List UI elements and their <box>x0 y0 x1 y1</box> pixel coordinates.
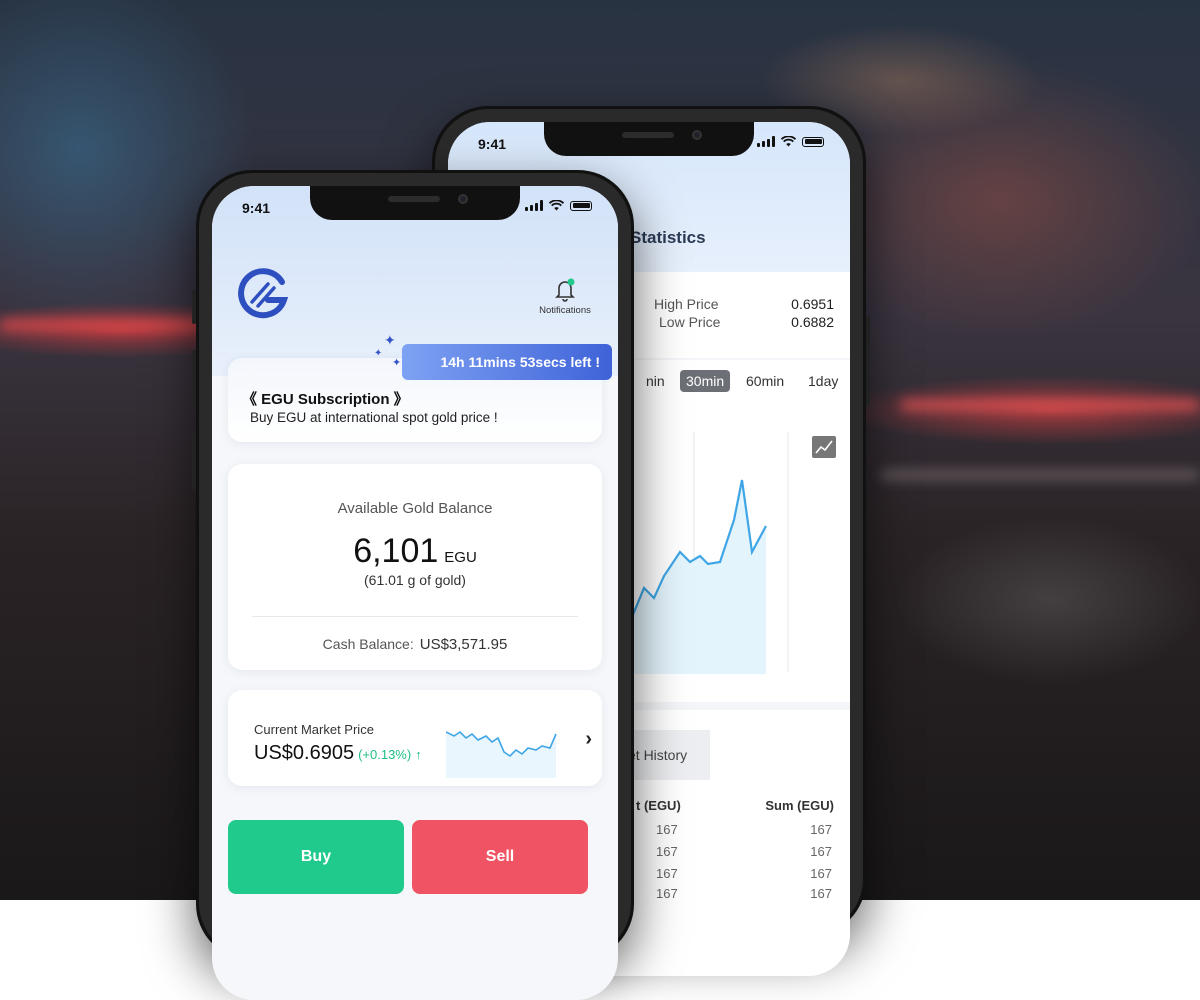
table-cell: 167 <box>810 886 832 901</box>
subscription-description: Buy EGU at international spot gold price… <box>250 410 498 425</box>
sparkle-icon: ✦ <box>374 348 383 359</box>
status-time: 9:41 <box>242 200 271 216</box>
status-time: 9:41 <box>478 136 507 152</box>
table-cell: 167 <box>810 822 832 837</box>
cash-balance: Cash Balance: US$3,571.95 <box>228 636 602 653</box>
cash-amount: US$3,571.95 <box>419 636 508 653</box>
market-label: Current Market Price <box>254 722 374 737</box>
countdown-timer: 14h 11mins 53secs left ! <box>402 344 612 380</box>
battery-icon <box>570 200 592 211</box>
balance-label: Available Gold Balance <box>337 500 493 517</box>
gold-balance-card: Available Gold Balance 6,101 EGU (61.01 g… <box>228 464 602 670</box>
tab-timeframe[interactable]: 1day <box>802 370 844 392</box>
wifi-icon <box>781 136 796 147</box>
column-header-sum: Sum (EGU) <box>765 798 834 813</box>
balance-amount: 6,101 EGU <box>228 532 602 571</box>
notifications-button[interactable]: Notifications <box>530 278 600 316</box>
battery-icon <box>802 136 824 147</box>
home-screen: 9:41 Notifications ✦ ✦ ✦ 14h 11mins 53se… <box>212 186 618 1000</box>
light-streak <box>900 400 1200 410</box>
buy-button[interactable]: Buy <box>228 820 404 894</box>
signal-icon <box>757 136 775 147</box>
tab-timeframe[interactable]: nin <box>640 370 671 392</box>
wifi-icon <box>549 200 564 211</box>
market-price-card[interactable]: Current Market Price US$0.6905 (+0.13%) ↑ … <box>228 690 602 786</box>
arrow-up-icon: ↑ <box>415 747 422 762</box>
table-cell: 167 <box>656 844 678 859</box>
balance-unit: EGU <box>444 549 477 566</box>
balance-number: 6,101 <box>353 532 439 570</box>
low-price-value: 0.6882 <box>791 314 834 330</box>
bell-icon <box>555 278 575 302</box>
light-streak <box>880 470 1200 480</box>
tab-timeframe-active[interactable]: 30min <box>680 370 731 392</box>
sparkle-icon: ✦ <box>392 357 402 369</box>
mini-price-chart <box>446 730 557 778</box>
market-price-value: US$0.6905 <box>254 742 355 764</box>
market-change: (+0.13%) <box>358 747 412 762</box>
table-cell: 167 <box>656 866 678 881</box>
cash-label: Cash Balance: <box>322 636 414 652</box>
mute-switch <box>192 290 196 324</box>
table-cell: 167 <box>656 822 678 837</box>
sparkle-icon: ✦ <box>384 332 396 348</box>
subscription-title: 《 EGU Subscription 》 <box>242 391 409 408</box>
power-button <box>866 316 870 406</box>
table-cell: 167 <box>810 866 832 881</box>
volume-down-button <box>192 430 196 490</box>
notch <box>310 186 520 220</box>
front-phone: 9:41 Notifications ✦ ✦ ✦ 14h 11mins 53se… <box>192 170 634 1000</box>
divider <box>252 616 578 617</box>
notifications-label: Notifications <box>539 305 591 316</box>
table-cell: 167 <box>810 844 832 859</box>
tab-timeframe[interactable]: 60min <box>740 370 790 392</box>
table-cell: 167 <box>656 886 678 901</box>
high-price-label: High Price <box>654 296 719 312</box>
notch <box>544 122 754 156</box>
market-price: US$0.6905 (+0.13%) ↑ <box>254 742 422 765</box>
column-header-amount: t (EGU) <box>636 798 681 813</box>
sell-button[interactable]: Sell <box>412 820 588 894</box>
app-logo-icon <box>238 268 289 319</box>
page-title: Statistics <box>630 228 706 247</box>
volume-up-button <box>192 350 196 410</box>
chevron-right-icon[interactable]: › <box>585 728 592 751</box>
signal-icon <box>525 200 543 211</box>
balance-grams: (61.01 g of gold) <box>364 572 466 588</box>
low-price-label: Low Price <box>659 314 721 330</box>
high-price-value: 0.6951 <box>791 296 834 312</box>
